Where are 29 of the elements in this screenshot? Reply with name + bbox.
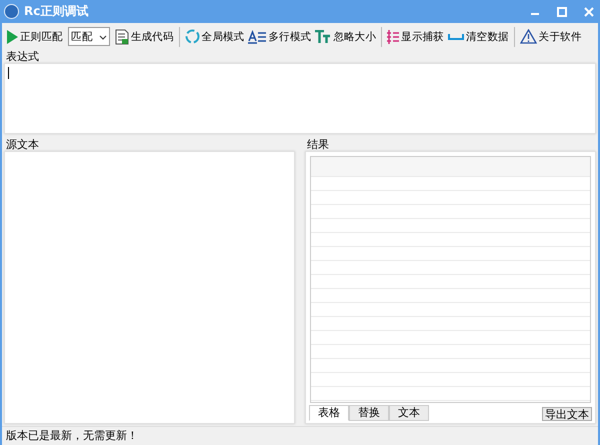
result-tab[interactable]: 替换 bbox=[349, 405, 389, 421]
dropdown-caret-icon bbox=[98, 34, 107, 40]
export-button[interactable]: 导出文本 bbox=[542, 407, 592, 421]
window-title: Rc正则调试 bbox=[24, 3, 90, 20]
list-icon bbox=[387, 28, 400, 44]
toolbar-button[interactable]: 正则匹配 bbox=[5, 28, 64, 46]
warning-icon bbox=[520, 29, 537, 44]
result-label: 结果 bbox=[307, 138, 329, 151]
text-size-icon bbox=[315, 30, 332, 44]
play-icon bbox=[6, 30, 18, 44]
source-label: 源文本 bbox=[6, 138, 39, 151]
toolbar-button[interactable]: 显示捕获 bbox=[386, 26, 445, 46]
toolbar-button[interactable]: 多行模式 bbox=[247, 28, 312, 46]
mode-dropdown[interactable]: 匹配 bbox=[68, 27, 110, 46]
bracket-icon bbox=[448, 32, 464, 40]
expression-field[interactable] bbox=[4, 63, 596, 134]
expression-label: 表达式 bbox=[6, 50, 39, 63]
text-lines-icon bbox=[248, 30, 266, 44]
toolbar-button[interactable]: 关于软件 bbox=[518, 27, 582, 46]
toolbar-button[interactable]: 生成代码 bbox=[114, 26, 175, 46]
text-cursor bbox=[8, 67, 9, 79]
toolbar-button[interactable]: 全局模式 bbox=[184, 27, 246, 46]
document-icon bbox=[114, 28, 129, 44]
swirl-icon bbox=[184, 29, 200, 44]
result-tab[interactable]: 表格 bbox=[309, 405, 349, 421]
app-logo-icon bbox=[4, 4, 19, 19]
result-tab[interactable]: 文本 bbox=[389, 405, 429, 421]
toolbar-button[interactable]: 清空数据 bbox=[446, 28, 510, 46]
toolbar-button[interactable]: 忽略大小 bbox=[314, 28, 378, 46]
